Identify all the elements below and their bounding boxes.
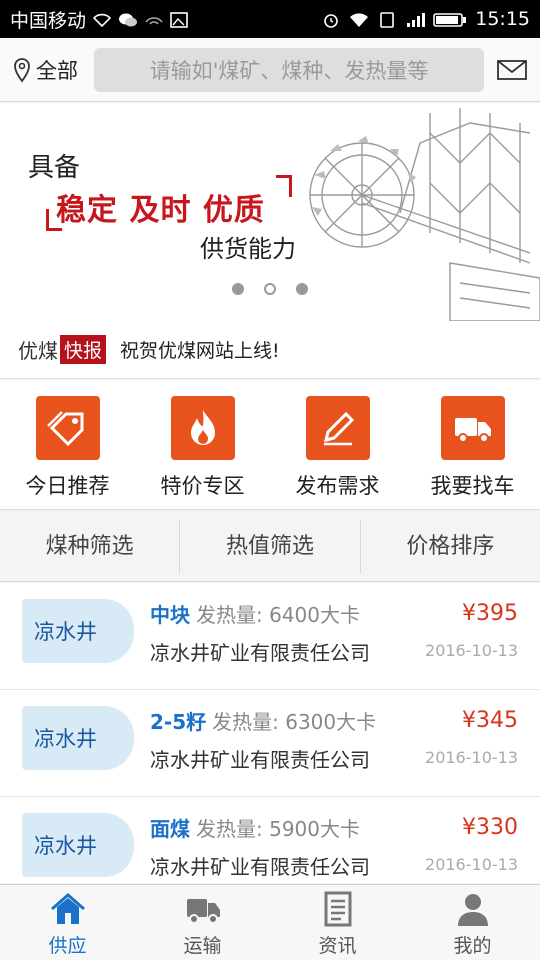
mine-badge: 凉水井 xyxy=(22,813,134,877)
document-icon xyxy=(324,891,351,927)
search-input[interactable]: 请输如'煤矿、煤种、发热量等 xyxy=(94,47,484,92)
location-label: 全部 xyxy=(36,58,78,83)
filter-heat-value[interactable]: 热值筛选 xyxy=(179,519,359,574)
tab-label: 资讯 xyxy=(318,935,357,957)
tag-icon xyxy=(35,396,100,460)
top-bar: 全部 请输如'煤矿、煤种、发热量等 xyxy=(0,38,540,102)
list-item[interactable]: 凉水井 中块 发热量: 6400大卡 凉水井矿业有限责任公司 ¥395 2016-… xyxy=(0,583,540,690)
location-pin-icon xyxy=(14,57,30,83)
filter-coal-type[interactable]: 煤种筛选 xyxy=(0,520,179,574)
filter-price-sort[interactable]: 价格排序 xyxy=(359,519,540,574)
user-icon xyxy=(457,894,488,926)
post-date: 2016-10-13 xyxy=(425,641,518,660)
heat-value: 发热量: 5900大卡 xyxy=(196,817,360,841)
category-find-truck[interactable]: 我要找车 xyxy=(405,380,540,509)
sim-icon xyxy=(377,11,397,28)
carrier-label: 中国移动 xyxy=(10,9,87,32)
list-item[interactable]: 凉水井 2-5籽 发热量: 6300大卡 凉水井矿业有限责任公司 ¥345 201… xyxy=(0,690,540,797)
mine-badge: 凉水井 xyxy=(22,706,134,770)
category-label: 发布需求 xyxy=(295,474,380,498)
tab-label: 我的 xyxy=(453,935,492,957)
coal-type: 2-5籽 xyxy=(150,710,207,734)
banner-line-1: 具备 xyxy=(28,153,81,183)
tab-label: 运输 xyxy=(183,935,222,957)
price: ¥395 xyxy=(462,601,518,626)
heat-value: 发热量: 6300大卡 xyxy=(212,710,377,734)
mail-icon[interactable] xyxy=(496,58,528,82)
signal-bars-icon xyxy=(405,11,426,27)
list-item[interactable]: 凉水井 面煤 发热量: 5900大卡 凉水井矿业有限责任公司 ¥330 2016-… xyxy=(0,797,540,883)
news-ticker[interactable]: 优煤 快报 祝贺优煤网站上线! xyxy=(0,321,540,379)
tab-label: 供应 xyxy=(48,935,87,957)
carousel-dot-1[interactable] xyxy=(232,283,244,295)
promo-banner[interactable]: 具备 稳定 及时 优质 供货能力 xyxy=(0,103,540,321)
clock-label: 15:15 xyxy=(475,8,530,30)
signal-icon xyxy=(144,11,164,27)
coal-type: 中块 xyxy=(150,603,190,627)
search-placeholder: 请输如'煤矿、煤种、发热量等 xyxy=(149,58,429,83)
product-info: 面煤 发热量: 5900大卡 xyxy=(150,813,360,842)
company-name: 凉水井矿业有限责任公司 xyxy=(150,748,370,772)
news-text: 祝贺优煤网站上线! xyxy=(120,340,280,362)
price: ¥330 xyxy=(462,815,518,840)
price: ¥345 xyxy=(462,708,518,733)
truck-icon xyxy=(186,899,220,924)
category-shortcuts: 今日推荐 特价专区 发布需求 我要找车 xyxy=(0,380,540,510)
pencil-icon xyxy=(305,396,370,460)
news-brand: 优煤 xyxy=(18,339,58,363)
category-label: 今日推荐 xyxy=(25,474,110,498)
category-post-demand[interactable]: 发布需求 xyxy=(270,380,405,509)
heat-value: 发热量: 6400大卡 xyxy=(196,603,360,627)
banner-bracket-bottom-left xyxy=(46,209,62,231)
wifi-icon xyxy=(92,11,112,28)
banner-bracket-top-right xyxy=(276,175,292,197)
product-info: 中块 发热量: 6400大卡 xyxy=(150,599,360,628)
tab-transport[interactable]: 运输 xyxy=(135,885,270,960)
status-bar: 中国移动 15:15 xyxy=(0,0,540,38)
coal-type: 面煤 xyxy=(150,817,190,841)
category-today-recommend[interactable]: 今日推荐 xyxy=(0,380,135,509)
wifi-icon xyxy=(349,11,369,27)
carousel-dot-3[interactable] xyxy=(296,283,308,295)
tab-news[interactable]: 资讯 xyxy=(270,885,405,960)
alarm-icon xyxy=(321,11,341,28)
mine-badge: 凉水井 xyxy=(22,599,134,663)
carousel-indicator xyxy=(0,283,540,295)
wechat-icon xyxy=(118,11,138,27)
carousel-dot-2[interactable] xyxy=(264,283,276,295)
image-icon xyxy=(170,11,190,28)
battery-icon xyxy=(433,11,467,27)
banner-line-2: 稳定 及时 优质 xyxy=(56,193,265,228)
news-tag: 快报 xyxy=(60,335,107,364)
post-date: 2016-10-13 xyxy=(425,748,518,767)
bottom-tab-bar: 供应 运输 资讯 我的 xyxy=(0,884,540,960)
company-name: 凉水井矿业有限责任公司 xyxy=(150,855,370,879)
home-icon xyxy=(50,893,85,924)
listing-list: 凉水井 中块 发热量: 6400大卡 凉水井矿业有限责任公司 ¥395 2016-… xyxy=(0,583,540,883)
category-label: 特价专区 xyxy=(160,474,245,498)
tab-mine[interactable]: 我的 xyxy=(405,885,540,960)
tab-supply[interactable]: 供应 xyxy=(0,885,135,960)
location-selector[interactable]: 全部 xyxy=(12,55,92,85)
product-info: 2-5籽 发热量: 6300大卡 xyxy=(150,706,376,735)
banner-line-3: 供货能力 xyxy=(200,235,296,263)
company-name: 凉水井矿业有限责任公司 xyxy=(150,641,370,665)
category-label: 我要找车 xyxy=(430,474,515,498)
filter-bar: 煤种筛选 热值筛选 价格排序 xyxy=(0,512,540,582)
category-special-offer[interactable]: 特价专区 xyxy=(135,380,270,509)
fire-icon xyxy=(170,396,235,460)
truck-icon xyxy=(440,396,505,460)
post-date: 2016-10-13 xyxy=(425,855,518,874)
